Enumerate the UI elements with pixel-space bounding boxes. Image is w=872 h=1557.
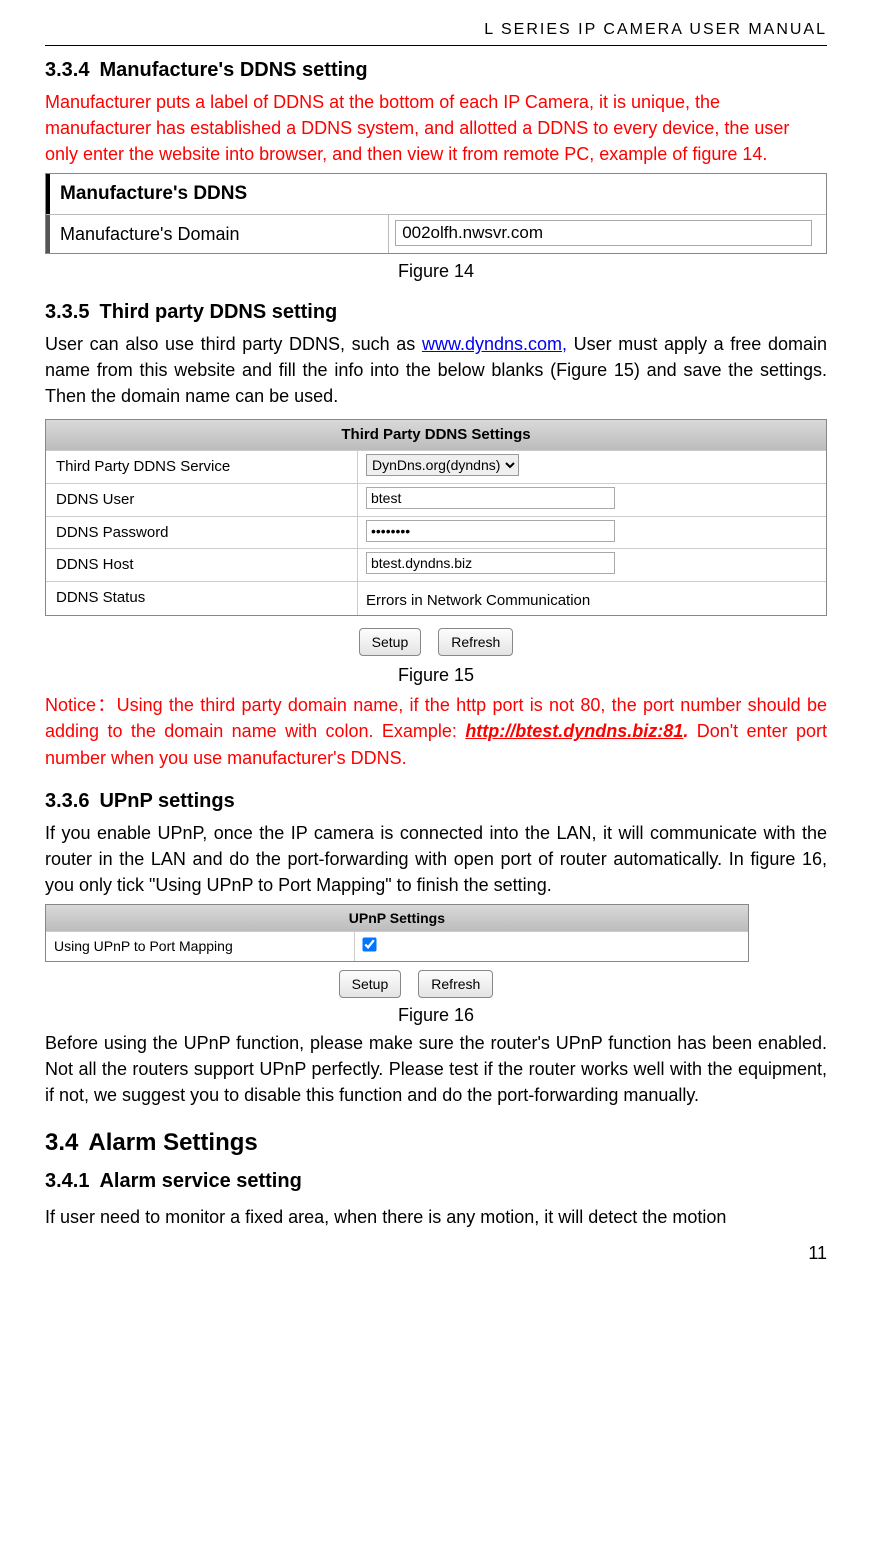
para-341: If user need to monitor a fixed area, wh… — [45, 1204, 827, 1230]
heading-num: 3.3.6 — [45, 790, 89, 812]
ddns-status-label: DDNS Status — [46, 582, 358, 615]
para-335: User can also use third party DDNS, such… — [45, 331, 827, 409]
figure-16-box: UPnP Settings Using UPnP to Port Mapping — [45, 904, 749, 962]
page-number: 11 — [45, 1240, 827, 1266]
heading-336: 3.3.6 UPnP settings — [45, 787, 827, 816]
heading-num: 3.3.4 — [45, 59, 89, 81]
heading-text: Alarm Settings — [88, 1129, 257, 1156]
heading-text: Manufacture's DDNS setting — [99, 59, 367, 81]
manufacture-domain-input[interactable] — [395, 220, 811, 246]
figure-14-box: Manufacture's DDNS Manufacture's Domain — [45, 173, 827, 254]
ddns-password-input[interactable] — [366, 520, 615, 542]
heading-34: 3.4 Alarm Settings — [45, 1126, 827, 1161]
figure-15-box: Third Party DDNS Settings Third Party DD… — [45, 419, 827, 616]
heading-341: 3.4.1 Alarm service setting — [45, 1167, 827, 1196]
heading-text: UPnP settings — [99, 790, 234, 812]
dyndns-link[interactable]: www.dyndns.com, — [422, 334, 567, 354]
setup-button[interactable]: Setup — [359, 628, 422, 656]
fig15-title: Third Party DDNS Settings — [46, 420, 826, 450]
example-url-link[interactable]: http://btest.dyndns.biz:81 — [465, 721, 683, 741]
text: User can also use third party DDNS, such… — [45, 334, 422, 354]
heading-num: 3.3.5 — [45, 301, 89, 323]
heading-num: 3.4 — [45, 1129, 78, 1156]
heading-text: Alarm service setting — [99, 1170, 301, 1192]
fig16-buttons: Setup Refresh — [5, 970, 827, 998]
para-336: If you enable UPnP, once the IP camera i… — [45, 820, 827, 898]
setup-button[interactable]: Setup — [339, 970, 402, 998]
notice-para: Notice：Using the third party domain name… — [45, 692, 827, 770]
para-upnp-2: Before using the UPnP function, please m… — [45, 1030, 827, 1108]
heading-334: 3.3.4 Manufacture's DDNS setting — [45, 56, 827, 85]
fig16-title: UPnP Settings — [46, 905, 748, 931]
ddns-user-label: DDNS User — [46, 484, 358, 516]
running-header: L SERIES IP CAMERA USER MANUAL — [45, 18, 827, 41]
fig14-title: Manufacture's DDNS — [46, 174, 826, 214]
ddns-user-input[interactable] — [366, 487, 615, 509]
fig14-row: Manufacture's Domain — [46, 214, 826, 253]
ddns-host-label: DDNS Host — [46, 549, 358, 581]
fig14-caption: Figure 14 — [45, 258, 827, 284]
fig15-caption: Figure 15 — [45, 662, 827, 688]
para-334: Manufacturer puts a label of DDNS at the… — [45, 89, 827, 167]
upnp-checkbox[interactable] — [362, 938, 376, 952]
fig16-caption: Figure 16 — [45, 1002, 827, 1028]
ddns-service-select[interactable]: DynDns.org(dyndns) — [366, 454, 519, 476]
fig14-label: Manufacture's Domain — [46, 215, 389, 253]
ddns-host-input[interactable] — [366, 552, 615, 574]
ddns-status-value: Errors in Network Communication — [366, 585, 590, 612]
heading-335: 3.3.5 Third party DDNS setting — [45, 298, 827, 327]
upnp-label: Using UPnP to Port Mapping — [46, 932, 355, 960]
refresh-button[interactable]: Refresh — [438, 628, 513, 656]
fig14-value-cell — [389, 215, 826, 253]
heading-num: 3.4.1 — [45, 1170, 89, 1192]
heading-text: Third party DDNS setting — [99, 301, 337, 323]
ddns-password-label: DDNS Password — [46, 517, 358, 549]
ddns-service-label: Third Party DDNS Service — [46, 451, 358, 483]
refresh-button[interactable]: Refresh — [418, 970, 493, 998]
header-rule — [45, 45, 827, 46]
fig15-buttons: Setup Refresh — [45, 628, 827, 656]
